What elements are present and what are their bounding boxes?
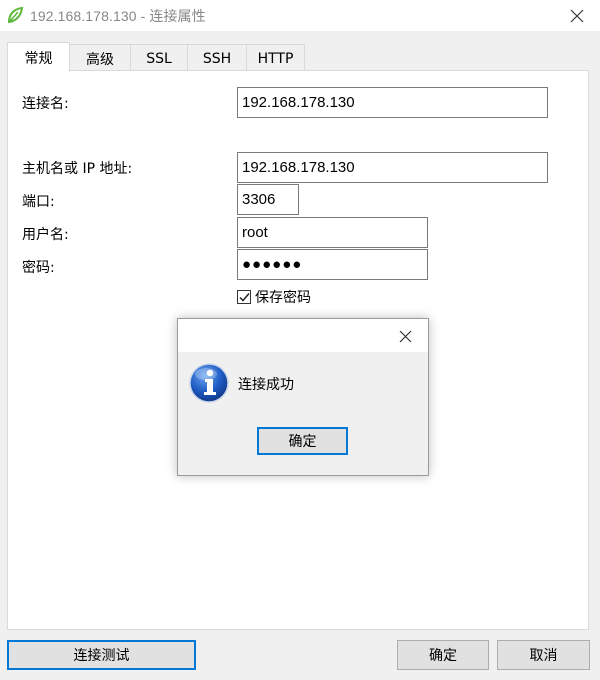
host-label: 主机名或 IP 地址:	[22, 161, 133, 177]
connection-properties-window: 192.168.178.130 - 连接属性 常规 高级 SSL SSH HTT…	[0, 0, 600, 680]
password-input[interactable]	[237, 249, 428, 280]
window-title: 192.168.178.130 - 连接属性	[30, 8, 206, 24]
message-text: 连接成功	[238, 377, 294, 393]
success-message-dialog: 连接成功 确定	[177, 318, 429, 476]
tab-advanced[interactable]: 高级	[69, 44, 131, 72]
save-password-option[interactable]: 保存密码	[237, 287, 311, 307]
checkmark-icon	[238, 292, 250, 302]
password-label: 密码:	[22, 260, 55, 276]
tab-general[interactable]: 常规	[7, 42, 70, 72]
test-connection-button[interactable]: 连接测试	[7, 640, 196, 670]
navicat-leaf-icon	[7, 6, 24, 24]
ok-button[interactable]: 确定	[397, 640, 489, 670]
tab-ssl[interactable]: SSL	[130, 44, 188, 72]
message-dialog-title-bar[interactable]	[178, 319, 428, 352]
info-icon	[189, 363, 229, 403]
port-input[interactable]	[237, 184, 299, 215]
message-dialog-close-button[interactable]	[388, 323, 422, 349]
username-label: 用户名:	[22, 227, 69, 243]
tab-http[interactable]: HTTP	[246, 44, 305, 72]
message-ok-button[interactable]: 确定	[257, 427, 348, 455]
save-password-label: 保存密码	[255, 290, 311, 306]
close-icon	[570, 9, 584, 22]
connection-name-label: 连接名:	[22, 96, 69, 112]
save-password-checkbox[interactable]	[237, 290, 251, 304]
cancel-button[interactable]: 取消	[497, 640, 590, 670]
port-label: 端口:	[22, 194, 55, 210]
host-input[interactable]	[237, 152, 548, 183]
title-bar[interactable]: 192.168.178.130 - 连接属性	[0, 0, 600, 31]
connection-name-input[interactable]	[237, 87, 548, 118]
tab-ssh[interactable]: SSH	[187, 44, 247, 72]
username-input[interactable]	[237, 217, 428, 248]
close-icon	[399, 330, 411, 342]
window-close-button[interactable]	[554, 0, 600, 31]
